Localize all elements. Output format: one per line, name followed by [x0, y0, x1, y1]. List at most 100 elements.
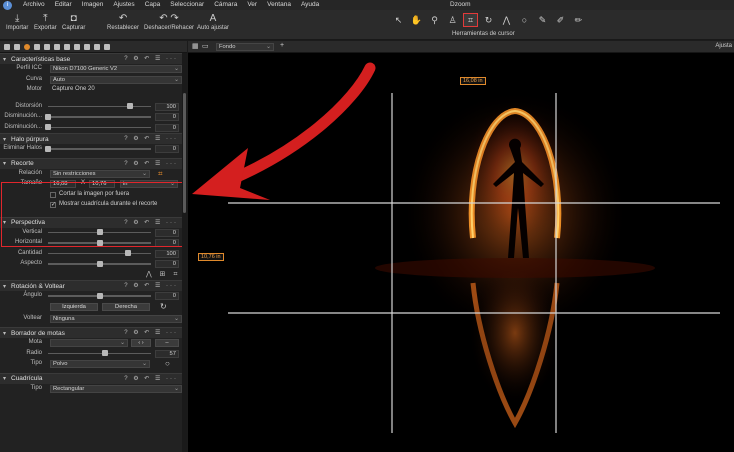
amount-slider[interactable]: [48, 250, 151, 256]
crop-height-input[interactable]: 10,76: [89, 180, 115, 188]
slider-knob[interactable]: [96, 239, 103, 246]
collapse-chevron-icon[interactable]: ▾: [3, 160, 11, 167]
slider-knob[interactable]: [96, 229, 103, 235]
keystone-tools-icon[interactable]: ⋀ ⊞ ⌗: [146, 270, 180, 279]
horizontal-value[interactable]: 0: [155, 239, 179, 247]
purple-fringe-header[interactable]: ▾ Halo púrpura ? ⚙ ↶ ☰ ···: [0, 133, 182, 144]
aspect-slider[interactable]: [48, 260, 151, 267]
slider-knob[interactable]: [45, 113, 51, 120]
crop-icon[interactable]: ⌗: [158, 169, 163, 179]
capture-tab-icon[interactable]: [14, 43, 20, 50]
rotation-header[interactable]: ▾ Rotación & Voltear ? ⚙ ↶ ☰ ···: [0, 280, 182, 291]
remove-fringe-value[interactable]: 0: [155, 145, 179, 153]
rotate-left-button[interactable]: Izquierda: [50, 302, 98, 311]
amount-value[interactable]: 100: [155, 249, 179, 258]
distortion-slider[interactable]: [48, 103, 151, 109]
library-tab-icon[interactable]: [4, 43, 10, 50]
collapse-chevron-icon[interactable]: ▾: [3, 56, 11, 63]
spot-type-select[interactable]: Polvo ⌄: [50, 360, 150, 368]
crop-ratio-select[interactable]: Sin restricciones ⌄: [50, 169, 150, 178]
radius-slider[interactable]: [48, 350, 151, 356]
grid-header[interactable]: ▾ Cuadrícula ? ⚙ ↶ ☰ ···: [0, 372, 182, 384]
collapse-chevron-icon[interactable]: ▾: [3, 375, 11, 382]
slider-knob[interactable]: [96, 292, 103, 299]
slider-knob[interactable]: [127, 103, 134, 109]
vertical-slider[interactable]: [48, 229, 151, 235]
exposure-tab-icon[interactable]: [44, 43, 50, 50]
single-view-icon[interactable]: ▭: [202, 42, 209, 50]
spot-select[interactable]: ⌄: [50, 339, 128, 347]
curve-select[interactable]: Auto ⌄: [50, 75, 182, 84]
rotate-right-button[interactable]: Derecha: [102, 302, 150, 311]
light-falloff-value[interactable]: 0: [155, 113, 179, 121]
menu-ventana[interactable]: Ventana: [262, 0, 296, 10]
menu-imagen[interactable]: Imagen: [77, 0, 109, 10]
detail-tab-icon[interactable]: [54, 43, 60, 50]
spot-remove-icon[interactable]: ○: [518, 14, 531, 26]
slider-knob[interactable]: [101, 350, 108, 356]
import-button[interactable]: ⤓ Importar: [6, 13, 28, 31]
menu-archivo[interactable]: Archivo: [18, 0, 50, 10]
horizontal-slider[interactable]: [48, 239, 151, 246]
menu-editar[interactable]: Editar: [50, 0, 77, 10]
picker-icon[interactable]: ♙: [446, 14, 459, 26]
lens-tab-icon[interactable]: [24, 43, 30, 50]
select-cursor-icon[interactable]: ↖: [392, 14, 405, 26]
grid-type-select[interactable]: Rectangular ⌄: [50, 384, 182, 393]
menu-ver[interactable]: Ver: [242, 0, 262, 10]
crop-tool-icon[interactable]: ⌗: [463, 13, 478, 27]
menu-seleccionar[interactable]: Seleccionar: [165, 0, 209, 10]
adjustments-tab-icon[interactable]: [64, 43, 70, 50]
rotate-icon[interactable]: ↻: [482, 14, 495, 26]
slider-knob[interactable]: [45, 124, 51, 130]
brush-icon[interactable]: ✎: [536, 14, 549, 26]
undo-redo-button[interactable]: ↶ ↷ Deshacer/Rehacer: [144, 13, 194, 31]
sharpness-falloff-value[interactable]: 0: [155, 123, 179, 132]
color-tab-icon[interactable]: [34, 43, 40, 50]
crop-unit-select[interactable]: in ⌄: [120, 180, 178, 188]
app-logo-icon[interactable]: i: [3, 0, 12, 10]
slider-knob[interactable]: [96, 260, 103, 267]
spot-nav-button[interactable]: ‹ ›: [131, 339, 151, 347]
collapse-chevron-icon[interactable]: ▾: [3, 283, 11, 290]
add-icon[interactable]: +: [280, 42, 284, 49]
fit-label[interactable]: Ajusta: [715, 43, 732, 49]
crop-header[interactable]: ▾ Recorte ? ⚙ ↶ ☰ ···: [0, 157, 182, 169]
capture-button[interactable]: ◘ Capturar: [62, 13, 85, 31]
angle-value[interactable]: 0: [155, 292, 179, 300]
background-select[interactable]: Fondo ⌄: [216, 43, 274, 51]
collapse-chevron-icon[interactable]: ▾: [3, 136, 11, 143]
loupe-icon[interactable]: ⚲: [428, 14, 441, 26]
spot-remove-button[interactable]: –: [155, 339, 179, 347]
radius-value[interactable]: 57: [155, 349, 179, 358]
menu-ajustes[interactable]: Ajustes: [108, 0, 139, 10]
aspect-value[interactable]: 0: [155, 260, 179, 268]
slider-knob[interactable]: [45, 145, 51, 152]
icc-profile-select[interactable]: Nikon D7100 Generic V2 ⌄: [50, 65, 182, 73]
remove-fringe-slider[interactable]: [45, 145, 151, 152]
eraser-icon[interactable]: ✏: [572, 14, 585, 26]
show-grid-checkbox[interactable]: ✓: [50, 202, 56, 208]
export-button[interactable]: ⤒ Exportar: [34, 13, 57, 31]
perspective-header[interactable]: ▾ Perspectiva ? ⚙ ↶ ☰ ···: [0, 216, 182, 228]
flip-select[interactable]: Ninguna ⌄: [50, 314, 182, 323]
metadata-tab-icon[interactable]: [74, 43, 80, 50]
keystone-icon[interactable]: ⋀: [500, 14, 513, 26]
menu-ayuda[interactable]: Ayuda: [296, 0, 324, 10]
custom-tab-icon[interactable]: [104, 43, 110, 50]
menu-camara[interactable]: Cámara: [209, 0, 242, 10]
menu-capa[interactable]: Capa: [140, 0, 166, 10]
base-characteristics-header[interactable]: ▾ Características base ? ⚙ ↶ ☰ ···: [0, 53, 182, 64]
distortion-value[interactable]: 100: [155, 102, 179, 111]
pan-hand-icon[interactable]: ✋: [410, 14, 423, 26]
spot-circle-icon[interactable]: ○: [165, 359, 170, 368]
batch-tab-icon[interactable]: [94, 43, 100, 50]
angle-slider[interactable]: [48, 292, 151, 299]
sharpness-falloff-slider[interactable]: [45, 124, 151, 130]
straighten-icon[interactable]: ↻: [160, 302, 167, 311]
light-falloff-slider[interactable]: [45, 113, 151, 120]
output-tab-icon[interactable]: [84, 43, 90, 50]
crop-width-input[interactable]: 16,08: [50, 180, 76, 188]
collapse-chevron-icon[interactable]: ▾: [3, 330, 11, 337]
grid-view-icon[interactable]: ▦: [192, 42, 199, 50]
